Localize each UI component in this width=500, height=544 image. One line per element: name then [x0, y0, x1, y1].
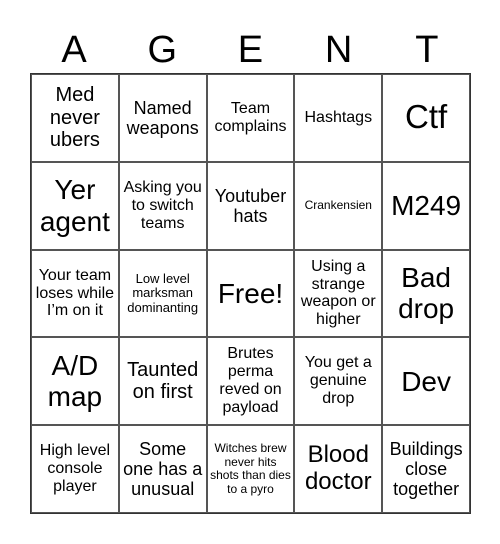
bingo-cell[interactable]: Witches brew never hits shots than dies … — [206, 425, 295, 513]
cell-text: Low level marksman dominanting — [127, 270, 199, 315]
bingo-cell[interactable]: Asking you to switch teams — [118, 161, 207, 250]
cell-text: Buildings close together — [389, 438, 463, 500]
bingo-cell[interactable]: Crankensien — [294, 161, 383, 250]
bingo-grid: Med never ubers Named weapons Team compl… — [30, 73, 471, 514]
bingo-cell[interactable]: Brutes perma reved on payload — [206, 337, 295, 426]
cell-text: Dev — [401, 365, 451, 397]
bingo-cell[interactable]: Using a strange weapon or higher — [294, 249, 383, 338]
bingo-cell[interactable]: Bad drop — [382, 249, 470, 338]
cell-text: Some one has a unusual — [123, 438, 203, 500]
bingo-cell free-space[interactable]: Free! — [206, 249, 295, 338]
cell-text: Youtuber hats — [214, 185, 287, 226]
bingo-cell[interactable]: Ctf — [382, 74, 470, 162]
header-letter: N — [324, 29, 353, 71]
bingo-cell[interactable]: A/D map — [31, 337, 119, 426]
cell-text: Bad drop — [398, 262, 455, 325]
cell-text: Free! — [217, 277, 284, 309]
cell-text: Ctf — [405, 98, 448, 136]
bingo-cell[interactable]: M249 — [382, 161, 470, 250]
bingo-cell[interactable]: Buildings close together — [382, 425, 470, 513]
cell-text: Crankensien — [304, 197, 372, 212]
bingo-cell[interactable]: Hashtags — [294, 74, 383, 162]
bingo-cell[interactable]: Some one has a unusual — [118, 425, 207, 513]
bingo-cell[interactable]: Med never ubers — [31, 74, 119, 162]
bingo-cell[interactable]: You get a genuine drop — [294, 337, 383, 426]
cell-text: Using a strange weapon or higher — [300, 257, 376, 329]
bingo-cell[interactable]: Named weapons — [118, 74, 207, 162]
cell-text: Your team loses while I’m on it — [35, 266, 115, 320]
cell-text: Team complains — [214, 99, 287, 135]
cell-text: A/D map — [47, 349, 103, 413]
cell-text: Hashtags — [304, 108, 373, 126]
header-letter: E — [237, 29, 264, 71]
cell-text: Yer agent — [39, 174, 110, 237]
cell-text: High level console player — [39, 442, 111, 496]
bingo-cell[interactable]: Blood doctor — [294, 425, 383, 513]
cell-text: Witches brew never hits shots than dies … — [210, 441, 291, 496]
bingo-cell[interactable]: Low level marksman dominanting — [118, 249, 207, 338]
cell-text: You get a genuine drop — [304, 354, 372, 408]
cell-text: Med never ubers — [49, 84, 100, 152]
bingo-header: A G E N T — [30, 28, 471, 72]
cell-text: Named weapons — [126, 97, 199, 138]
cell-text: Blood doctor — [304, 441, 372, 496]
bingo-cell[interactable]: Team complains — [206, 74, 295, 162]
cell-text: Brutes perma reved on payload — [219, 345, 282, 417]
bingo-cell[interactable]: Yer agent — [31, 161, 119, 250]
header-letter: A — [61, 29, 87, 71]
cell-text: Taunted on first — [127, 358, 199, 404]
bingo-cell[interactable]: Youtuber hats — [206, 161, 295, 250]
cell-text: M249 — [391, 190, 462, 222]
bingo-cell[interactable]: Taunted on first — [118, 337, 207, 426]
bingo-cell[interactable]: Dev — [382, 337, 470, 426]
bingo-cell[interactable]: Your team loses while I’m on it — [31, 249, 119, 338]
header-letter: G — [147, 29, 178, 71]
header-letter: T — [415, 29, 439, 71]
cell-text: Asking you to switch teams — [123, 178, 202, 232]
bingo-cell[interactable]: High level console player — [31, 425, 119, 513]
